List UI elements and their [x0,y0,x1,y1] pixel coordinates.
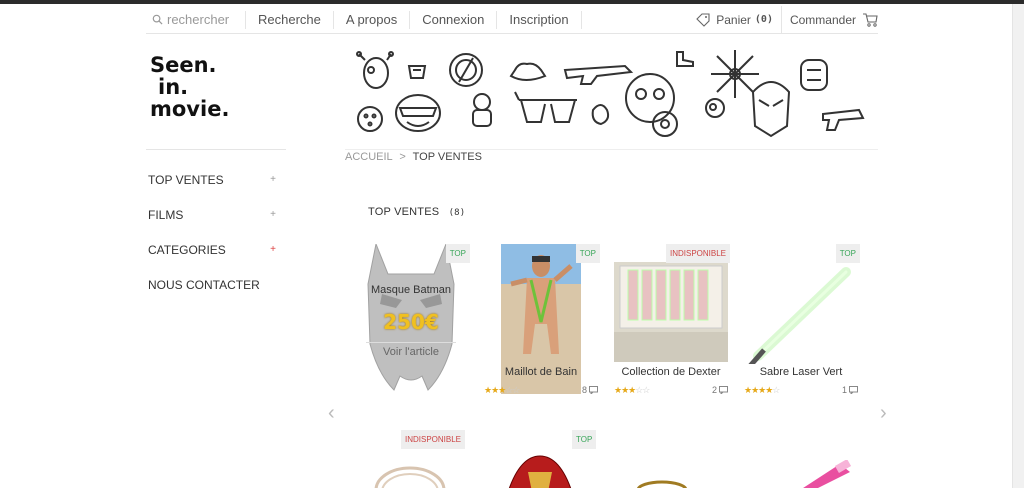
sidebar-item-films[interactable]: FILMS + [146,197,286,232]
review-number: 2 [711,385,717,395]
alien-egg-icon [356,51,394,89]
target-icon [449,53,483,87]
nav-right: Panier (0) Commander [696,5,878,34]
gasmask-icon [625,73,678,137]
status-badge: TOP [835,244,860,263]
rating-stars: ★★★☆☆ [614,385,650,395]
expand-icon[interactable]: + [270,174,276,185]
helmet-small-icon [407,65,427,79]
product-name[interactable]: Maillot de Bain [482,366,600,378]
cart-button[interactable]: Panier (0) [696,5,782,34]
sidebar-item-label: CATEGORIES [148,242,226,257]
divider [366,342,456,343]
shopping-cart-icon [863,13,878,27]
review-number: 8 [581,385,587,395]
scrollbar[interactable] [1012,4,1024,488]
product-name[interactable]: Masque Batman [352,284,470,296]
nav-link-recherche[interactable]: Recherche [246,10,334,29]
section-title: TOP VENTES (8) [368,206,465,218]
pistol-icon [822,108,865,131]
expand-icon[interactable]: + [270,209,276,220]
section-title-label: TOP VENTES [368,206,440,218]
logo-line-1: Seen. [150,53,217,77]
cart-label: Panier [716,12,751,27]
review-count: 8 [582,385,598,395]
product-card-batman[interactable]: TOP Masque Batman 250€ Voir l'article [352,244,470,404]
search-placeholder: rechercher [167,12,230,27]
status-badge: INDISPONIBLE [401,430,466,449]
status-badge: TOP [445,244,470,263]
sidebar-item-nous-contacter[interactable]: NOUS CONTACTER [146,267,286,302]
status-badge: TOP [572,430,597,449]
status-badge: TOP [575,244,600,263]
sidebar-item-top-ventes[interactable]: TOP VENTES + [146,162,286,197]
review-count: 1 [842,385,858,395]
nav-link-inscription[interactable]: Inscription [497,10,582,29]
product-name[interactable]: Collection de Dexter [612,366,730,378]
ironman-icon [751,81,791,138]
logo-line-2: in. [158,75,189,99]
explosion-icon [711,50,759,98]
top-border [0,0,1024,4]
expand-icon[interactable]: + [270,244,276,255]
sidebar-item-label: NOUS CONTACTER [148,277,260,292]
turtle-icon [395,94,441,132]
breadcrumb-home[interactable]: ACCUEIL [345,151,392,163]
header-nav: rechercher Recherche A propos Connexion … [146,5,878,34]
product-image-ring [637,480,687,488]
site-logo[interactable]: Seen. in. movie. [150,54,229,120]
sidebar-item-label: FILMS [148,207,184,222]
product-name[interactable]: Sabre Laser Vert [742,366,860,378]
robot-face-icon [800,59,828,91]
product-price: 250€ [383,310,439,334]
breadcrumb: ACCUEIL > TOP VENTES [345,151,482,163]
product-image-ironman [508,455,572,488]
comment-icon [589,386,598,394]
breadcrumb-separator: > [399,151,406,163]
cart-count: (0) [754,14,773,25]
tag-icon [696,12,710,27]
section-count: (8) [448,208,466,218]
dexter-slides-photo [614,262,728,362]
product-card-dexter[interactable]: INDISPONIBLE Collection de Dexter ★★★☆☆ … [612,244,730,404]
view-article-link[interactable]: Voir l'article [352,346,470,358]
carousel-prev-icon[interactable]: ‹ [328,402,335,425]
product-card-maillot[interactable]: TOP Maillot de Bain ★★★☆☆ 8 [482,244,600,404]
creature-icon [591,104,610,126]
rating-stars: ★★★★☆ [744,385,780,395]
sidebar-item-categories[interactable]: CATEGORIES + [146,232,286,267]
product-image-pink-item [803,460,852,488]
order-label: Commander [789,12,856,27]
boot-icon [676,51,694,67]
banner-divider [345,149,878,150]
comment-icon [849,386,858,394]
review-number: 1 [841,385,847,395]
search-input[interactable]: rechercher [146,10,246,29]
sidebar-item-label: TOP VENTES [148,172,224,187]
hat-icon [509,62,547,81]
glasses-icon [514,91,577,123]
order-button[interactable]: Commander [782,12,878,27]
breadcrumb-current: TOP VENTES [412,151,482,163]
product-image-rope [374,466,446,488]
status-badge: INDISPONIBLE [665,244,730,263]
category-sidebar: TOP VENTES + FILMS + CATEGORIES + NOUS C… [146,149,286,302]
logo-line-3: movie. [150,97,230,121]
carousel-next-icon[interactable]: › [880,402,887,425]
mask-jason-icon [357,106,383,132]
astronaut-icon [472,93,492,127]
bomb-icon [705,98,725,118]
review-count: 2 [712,385,728,395]
rating-stars: ★★★☆☆ [484,385,520,395]
movie-icons-banner [356,50,865,138]
product-card-sabre[interactable]: TOP Sabre Laser Vert ★★★★☆ 1 [742,244,860,404]
nav-link-a-propos[interactable]: A propos [334,10,411,29]
blaster-icon [563,64,634,85]
comment-icon [719,386,728,394]
search-icon [152,14,163,25]
nav-link-connexion[interactable]: Connexion [410,10,498,29]
